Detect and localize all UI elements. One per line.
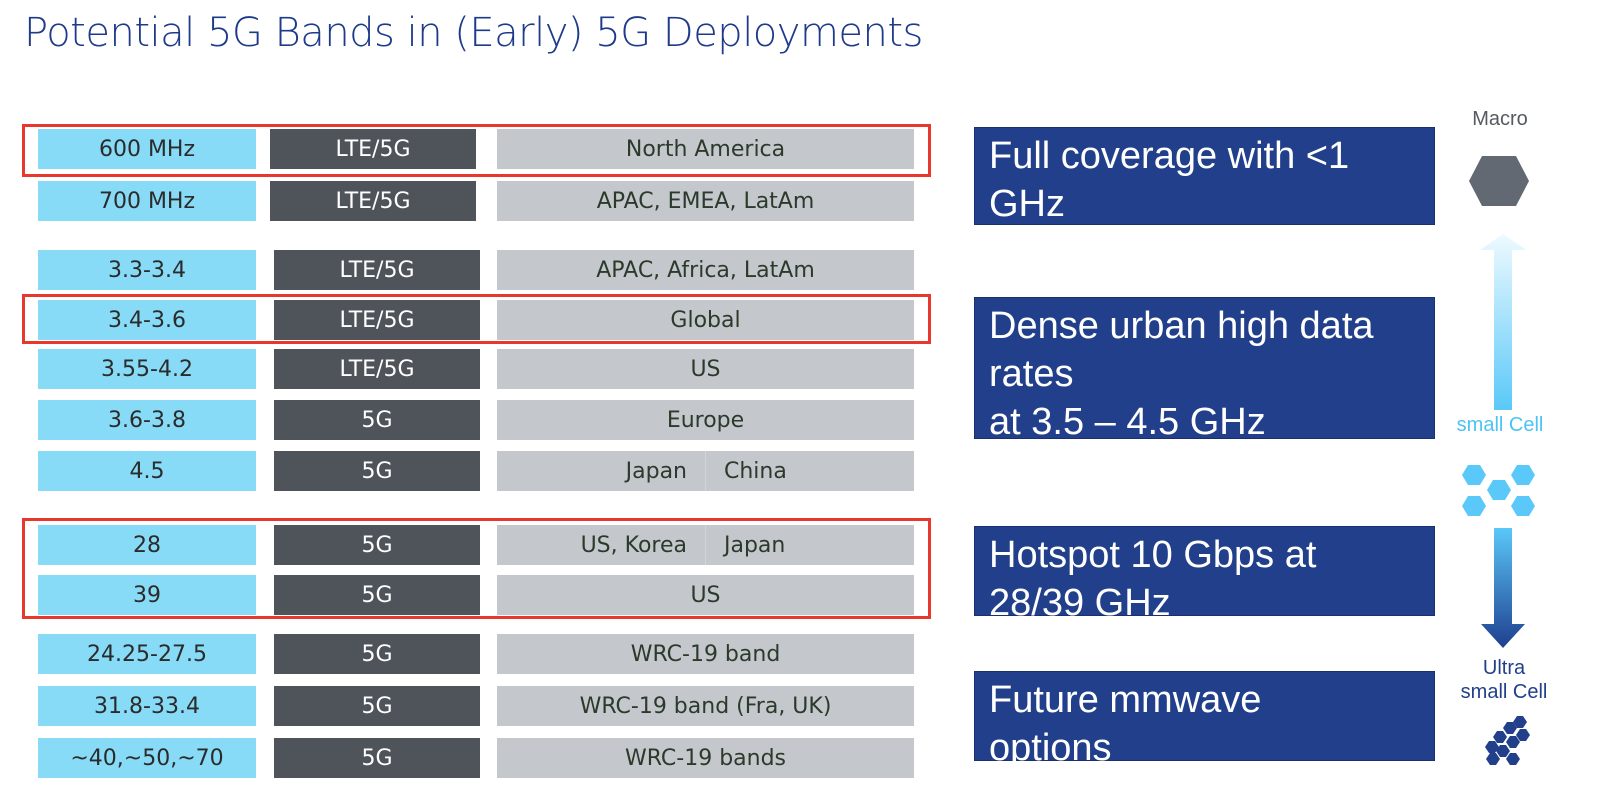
use-case-line: at 3.5 – 4.5 GHz bbox=[989, 401, 1266, 443]
use-case-line: options bbox=[989, 727, 1112, 769]
use-case-line: 28/39 GHz bbox=[989, 582, 1171, 624]
band-frequency: 700 MHz bbox=[38, 181, 256, 221]
page-title: Potential 5G Bands in (Early) 5G Deploym… bbox=[24, 10, 923, 56]
band-frequency: 31.8-33.4 bbox=[38, 686, 256, 726]
macro-cell-hexagon-icon bbox=[1469, 156, 1529, 206]
band-region: Japan China bbox=[497, 451, 914, 491]
use-case-line: Dense urban high data bbox=[989, 305, 1374, 347]
use-case-line: rates bbox=[989, 353, 1074, 395]
use-case-line: Future mmwave bbox=[989, 679, 1262, 721]
band-frequency: 4.5 bbox=[38, 451, 256, 491]
use-case-coverage: Full coverage with <1 GHz bbox=[974, 127, 1435, 225]
ultra-small-cell-hexagons-icon bbox=[1485, 716, 1530, 765]
band-technology: LTE/5G bbox=[270, 181, 476, 221]
band-frequency: 3.3-3.4 bbox=[38, 250, 256, 290]
arrow-up-icon bbox=[1480, 234, 1526, 410]
small-cell-hexagons-icon bbox=[1462, 465, 1535, 516]
use-case-dense-urban: Dense urban high data rates at 3.5 – 4.5… bbox=[974, 297, 1435, 443]
band-frequency: 3.55-4.2 bbox=[38, 349, 256, 389]
ultra-small-cell-label-line: small Cell bbox=[1460, 681, 1548, 703]
band-region: WRC-19 bands bbox=[497, 738, 914, 778]
band-technology: LTE/5G bbox=[274, 349, 480, 389]
use-case-line: Full coverage with <1 bbox=[989, 135, 1350, 177]
band-region: US bbox=[497, 349, 914, 389]
band-frequency: 24.25-27.5 bbox=[38, 634, 256, 674]
band-technology: 5G bbox=[274, 738, 480, 778]
band-region: APAC, Africa, LatAm bbox=[497, 250, 914, 290]
band-technology: 5G bbox=[274, 451, 480, 491]
use-case-hotspot: Hotspot 10 Gbps at 28/39 GHz bbox=[974, 526, 1435, 624]
arrow-down-icon bbox=[1481, 528, 1525, 648]
use-case-line: GHz bbox=[989, 183, 1065, 225]
highlight-frame-3400-3600 bbox=[22, 294, 931, 344]
band-region: WRC-19 band (Fra, UK) bbox=[497, 686, 914, 726]
band-technology: LTE/5G bbox=[274, 250, 480, 290]
use-case-future-mmwave: Future mmwave options bbox=[974, 671, 1435, 769]
band-region-right: China bbox=[724, 458, 787, 484]
band-technology: 5G bbox=[274, 400, 480, 440]
band-frequency: ~40,~50,~70 bbox=[38, 738, 256, 778]
macro-label: Macro bbox=[1472, 108, 1528, 130]
highlight-frame-28-39ghz bbox=[22, 518, 931, 619]
band-region: Europe bbox=[497, 400, 914, 440]
band-region: APAC, EMEA, LatAm bbox=[497, 181, 914, 221]
band-technology: 5G bbox=[274, 634, 480, 674]
ultra-small-cell-label-line: Ultra bbox=[1482, 657, 1526, 679]
band-region: WRC-19 band bbox=[497, 634, 914, 674]
use-case-line: Hotspot 10 Gbps at bbox=[989, 534, 1317, 576]
band-frequency: 3.6-3.8 bbox=[38, 400, 256, 440]
highlight-frame-600mhz bbox=[22, 124, 931, 177]
band-region-left: Japan bbox=[497, 451, 706, 491]
small-cell-label: small Cell bbox=[1456, 414, 1544, 436]
band-technology: 5G bbox=[274, 686, 480, 726]
ultra-small-cell-label: Ultra small Cell bbox=[1448, 656, 1560, 704]
